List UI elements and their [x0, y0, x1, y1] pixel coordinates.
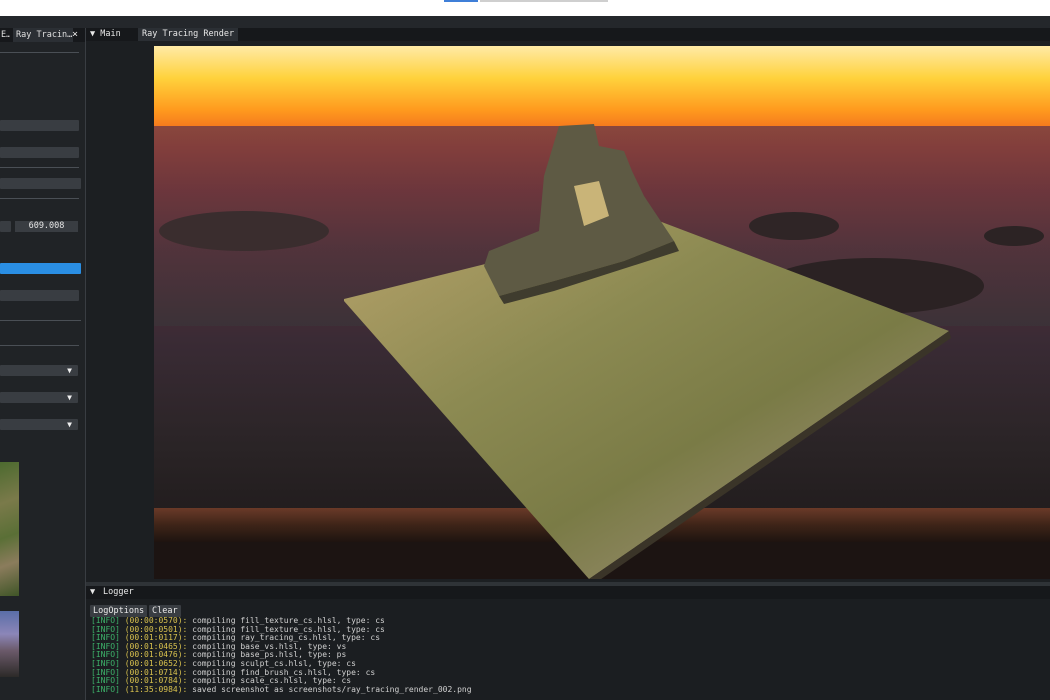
number-field-x[interactable] [0, 221, 11, 232]
divider [0, 320, 81, 321]
top-tab-indicator-secondary[interactable] [480, 0, 608, 2]
render-viewport[interactable] [154, 46, 1050, 579]
chevron-down-icon: ▼ [67, 366, 72, 375]
rendered-scene-image [154, 46, 1050, 579]
texture-thumbnail-sky[interactable] [0, 611, 19, 677]
top-tab-indicator[interactable] [444, 0, 478, 2]
left-tab-bar: E… Ray Tracin… × [0, 28, 85, 42]
left-panel: E… Ray Tracin… × 609.008 ▼ ▼ ▼ [0, 28, 86, 700]
dropdown-2[interactable]: ▼ [0, 392, 78, 403]
render-panel: ▼ Main Ray Tracing Render [86, 28, 1050, 582]
texture-thumbnail-grass[interactable] [0, 462, 19, 596]
divider [0, 198, 79, 199]
setting-field-4[interactable] [0, 290, 79, 301]
tab-ray-tracing[interactable]: Ray Tracin… [13, 28, 73, 42]
tab-editor[interactable]: E… [0, 28, 10, 42]
tab-main-label: Main [100, 29, 121, 39]
setting-field-2[interactable] [0, 147, 79, 158]
logger-title: Logger [103, 587, 134, 597]
menu-bar [0, 16, 1050, 28]
chevron-down-icon: ▼ [67, 420, 72, 429]
divider [0, 167, 79, 168]
number-field-value[interactable]: 609.008 [15, 221, 78, 232]
dropdown-3[interactable]: ▼ [0, 419, 78, 430]
divider [0, 345, 79, 346]
setting-field-3[interactable] [0, 178, 81, 189]
menu-triangle-icon: ▼ [90, 29, 96, 39]
progress-slider[interactable] [0, 263, 81, 274]
log-line: [INFO] (11:35:0984): saved screenshot as… [91, 684, 472, 694]
browser-top-strip [0, 0, 1050, 16]
logger-title-bar: ▼ Logger [86, 586, 1050, 599]
logger-panel: ▼ Logger LogOptions Clear [INFO] (00:00:… [86, 586, 1050, 700]
close-icon[interactable]: × [72, 28, 78, 42]
log-list: [INFO] (00:00:0570): compiling fill_text… [91, 616, 1041, 694]
menu-triangle-icon[interactable]: ▼ [90, 586, 95, 599]
divider [0, 52, 79, 53]
chevron-down-icon: ▼ [67, 393, 72, 402]
tab-main[interactable]: ▼ Main [86, 28, 125, 41]
tab-ray-tracing-render[interactable]: Ray Tracing Render [138, 28, 239, 41]
setting-field-1[interactable] [0, 120, 79, 131]
dropdown-1[interactable]: ▼ [0, 365, 78, 376]
